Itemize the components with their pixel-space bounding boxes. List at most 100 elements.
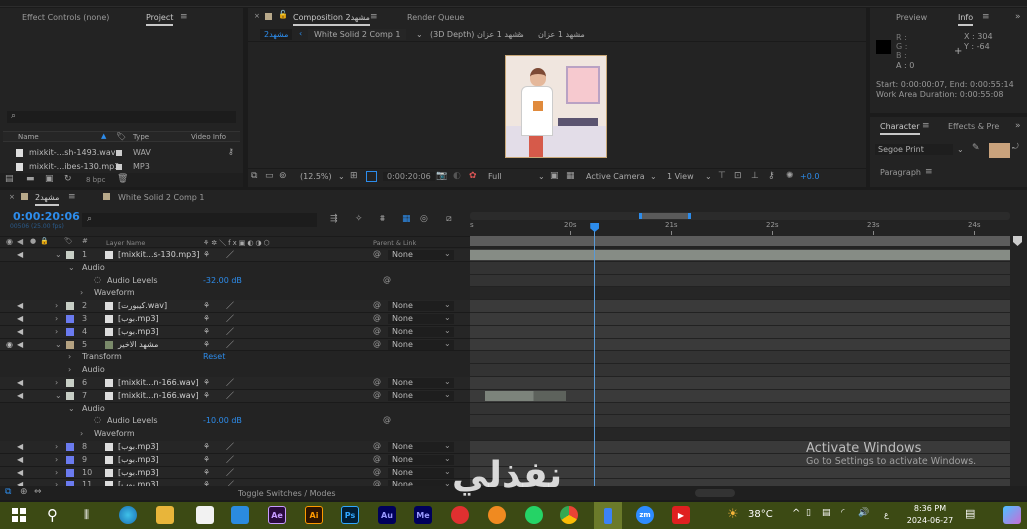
layer-track[interactable] bbox=[470, 313, 1010, 326]
always-preview-icon[interactable]: ⧉ bbox=[251, 172, 257, 181]
column-type[interactable]: Type bbox=[133, 133, 149, 141]
monitor-icon[interactable]: ▭ bbox=[265, 172, 274, 181]
interpret-footage-icon[interactable]: ▤ bbox=[5, 175, 14, 184]
sort-ascending-icon[interactable]: ▲ bbox=[101, 132, 106, 140]
edge-icon[interactable] bbox=[119, 506, 137, 524]
motion-blur-icon[interactable]: ◎ bbox=[420, 215, 428, 224]
start-windows-icon[interactable] bbox=[12, 508, 26, 522]
camera-snapshot-icon[interactable]: 📷 bbox=[436, 172, 447, 181]
chevron-down-icon[interactable]: ⌄ bbox=[705, 172, 712, 181]
lock-icon[interactable]: 🔓 bbox=[278, 11, 288, 19]
mail-icon[interactable] bbox=[231, 506, 249, 524]
lock-icon[interactable]: 🔒 bbox=[40, 238, 49, 245]
show-snapshot-icon[interactable]: ◐ bbox=[453, 172, 461, 181]
frame-blending-icon[interactable]: ▦ bbox=[402, 215, 411, 224]
tab-preview[interactable]: Preview bbox=[896, 13, 927, 22]
toggle-switches-modes-button[interactable]: Toggle Switches / Modes bbox=[238, 489, 336, 498]
settings-icon[interactable]: ↻ bbox=[64, 175, 72, 184]
color-channels-icon[interactable]: ✿ bbox=[469, 172, 477, 181]
camera-dropdown[interactable]: Active Camera bbox=[586, 172, 645, 181]
after-effects-icon[interactable]: Ae bbox=[268, 506, 286, 524]
layer-track[interactable] bbox=[470, 325, 1010, 339]
exposure-icon[interactable]: ✺ bbox=[786, 172, 794, 181]
solo-icon[interactable]: ● bbox=[30, 238, 36, 245]
tab-info[interactable]: Info bbox=[958, 13, 974, 26]
active-app-icon[interactable] bbox=[594, 502, 622, 529]
tab-project[interactable]: Project bbox=[146, 13, 174, 26]
layer-track[interactable] bbox=[470, 377, 1010, 390]
chevron-left-icon[interactable]: ‹ bbox=[299, 29, 302, 38]
tab-paragraph[interactable]: Paragraph bbox=[880, 168, 921, 177]
comp-flowchart-icon[interactable]: ⊥ bbox=[751, 172, 759, 181]
clock-date[interactable]: 2024-06-27 bbox=[906, 516, 954, 525]
chevron-down-icon[interactable]: ⌄ bbox=[538, 172, 545, 181]
new-composition-icon[interactable]: ▣ bbox=[45, 175, 54, 184]
layer-search-input[interactable]: ⌕ bbox=[82, 213, 317, 227]
whatsapp-icon[interactable] bbox=[525, 506, 543, 524]
property-track[interactable] bbox=[470, 287, 1010, 301]
panel-menu-icon[interactable]: ≡ bbox=[180, 13, 188, 22]
layer-track[interactable] bbox=[470, 338, 1010, 352]
app-icon[interactable] bbox=[488, 506, 506, 524]
expand-switches-icon[interactable]: ⊕ bbox=[20, 488, 28, 497]
wifi-icon[interactable]: ◜ bbox=[841, 508, 845, 518]
tab-render-queue[interactable]: Render Queue bbox=[407, 13, 464, 22]
project-item[interactable]: mixkit-...ibes-130.mp3 MP3 bbox=[16, 162, 236, 173]
tab-character[interactable]: Character bbox=[880, 122, 920, 135]
photoshop-icon[interactable]: Ps bbox=[341, 506, 359, 524]
microsoft-store-icon[interactable] bbox=[196, 506, 214, 524]
layer-track[interactable] bbox=[470, 389, 1010, 403]
layer-track[interactable] bbox=[470, 466, 1010, 480]
project-item[interactable]: mixkit-...sh-1493.wav WAV ⚷ bbox=[16, 147, 236, 159]
property-track[interactable]: I bbox=[470, 351, 1010, 365]
notifications-icon[interactable]: ▤ bbox=[965, 507, 975, 520]
swap-colors-icon[interactable]: ⤾ bbox=[1012, 143, 1019, 151]
speaker-icon[interactable]: ◀ bbox=[17, 238, 23, 246]
layer-track[interactable] bbox=[470, 479, 1010, 486]
tray-network-drive-icon[interactable]: ▤ bbox=[822, 508, 831, 518]
zoom-app-icon[interactable]: zm bbox=[636, 506, 654, 524]
shy-layers-icon[interactable]: ⩩ bbox=[380, 215, 385, 224]
timeline-icon[interactable]: ⊡ bbox=[734, 172, 742, 181]
dropdown-chevron-icon[interactable]: ⌄ bbox=[416, 30, 423, 39]
eye-icon[interactable]: ◉ bbox=[6, 238, 13, 246]
weather-temperature[interactable]: 38°C bbox=[748, 509, 773, 520]
transparency-grid-icon[interactable]: ▦ bbox=[566, 172, 575, 181]
playhead[interactable] bbox=[590, 223, 600, 486]
view-layout-dropdown[interactable]: 1 View bbox=[667, 172, 694, 181]
fill-color-swatch[interactable] bbox=[989, 143, 1010, 158]
breadcrumb-item[interactable]: مشهد 1 عزان bbox=[538, 30, 585, 39]
breadcrumb-item[interactable]: مشهد2 bbox=[260, 29, 293, 40]
property-track[interactable]: I bbox=[470, 415, 1010, 429]
region-of-interest-icon[interactable] bbox=[366, 171, 377, 182]
draft-3d-icon[interactable]: ✧ bbox=[355, 215, 363, 224]
work-area-bar[interactable] bbox=[470, 236, 1010, 246]
navigator-handle[interactable] bbox=[639, 213, 691, 219]
project-search-input[interactable]: ⌕ bbox=[7, 111, 236, 123]
comp-marker-bin-icon[interactable] bbox=[1013, 236, 1022, 246]
current-time-field[interactable]: 0:00:20:06 bbox=[383, 172, 435, 181]
flowchart-icon[interactable]: ⚷ bbox=[228, 147, 234, 156]
app-icon[interactable] bbox=[451, 506, 469, 524]
composition-viewer[interactable] bbox=[505, 55, 607, 158]
media-encoder-icon[interactable]: Me bbox=[414, 506, 432, 524]
column-name[interactable]: Name bbox=[18, 133, 39, 141]
chevron-down-icon[interactable]: ⌄ bbox=[338, 172, 345, 181]
exposure-value[interactable]: +0.0 bbox=[800, 172, 819, 181]
property-track[interactable]: I bbox=[470, 364, 1010, 377]
language-indicator[interactable]: ع bbox=[884, 510, 889, 519]
layer-track[interactable] bbox=[470, 249, 1010, 262]
search-icon[interactable]: ⚲ bbox=[47, 506, 58, 524]
file-explorer-icon[interactable] bbox=[156, 506, 174, 524]
tab-effects-presets[interactable]: Effects & Pre bbox=[948, 122, 999, 131]
panel-menu-icon[interactable]: ≡ bbox=[922, 122, 930, 131]
layer-duration-bar[interactable] bbox=[470, 250, 1010, 260]
graph-editor-icon[interactable]: ⧄ bbox=[446, 215, 452, 224]
trash-icon[interactable]: 🗑 bbox=[117, 175, 128, 184]
render-time-icon[interactable]: ⧉ bbox=[5, 488, 11, 497]
panel-menu-icon[interactable]: ≡ bbox=[370, 13, 378, 22]
show-hidden-icons-icon[interactable]: ^ bbox=[792, 508, 800, 519]
audition-icon[interactable]: Au bbox=[378, 506, 396, 524]
chevron-down-icon[interactable]: ⌄ bbox=[650, 172, 657, 181]
close-icon[interactable]: × bbox=[9, 194, 15, 201]
